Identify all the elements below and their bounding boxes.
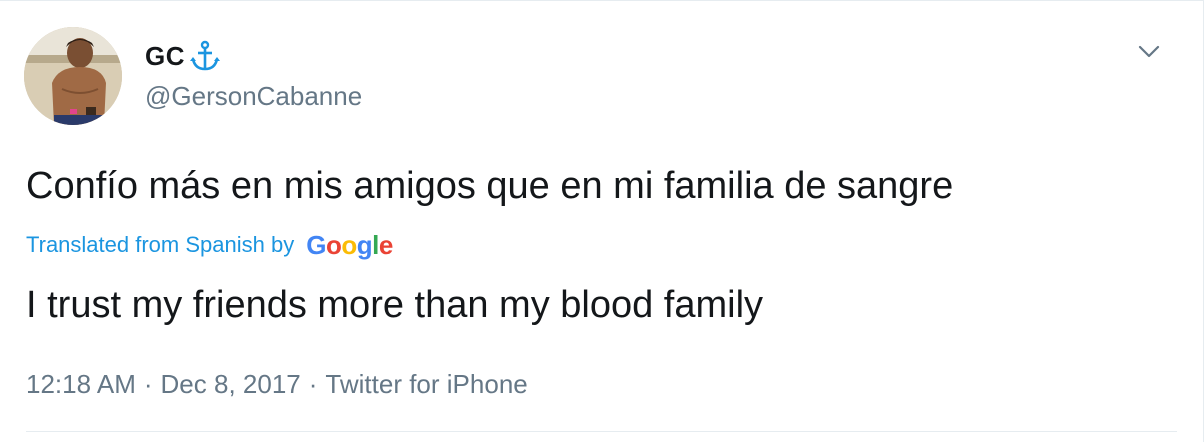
google-letter: o bbox=[341, 229, 357, 260]
chevron-down-icon[interactable] bbox=[1134, 39, 1164, 63]
display-name[interactable]: GC bbox=[145, 41, 185, 72]
google-wordmark: Google bbox=[306, 230, 393, 260]
translated-from-link[interactable]: Translated from Spanish by bbox=[26, 232, 294, 258]
tweet-card: GC @GersonCabanne Confío más en mis amig… bbox=[0, 0, 1204, 442]
google-letter: G bbox=[306, 229, 326, 260]
meta-separator: · bbox=[308, 369, 318, 399]
meta-separator: · bbox=[143, 369, 153, 399]
avatar[interactable] bbox=[24, 27, 122, 125]
google-logo: Google bbox=[306, 230, 393, 261]
display-name-row[interactable]: GC bbox=[145, 39, 221, 73]
tweet-translated-text: I trust my friends more than my blood fa… bbox=[26, 284, 764, 326]
divider bbox=[26, 431, 1177, 432]
tweet-time[interactable]: 12:18 AM bbox=[26, 369, 136, 399]
google-letter: e bbox=[378, 229, 393, 260]
tweet-original-text: Confío más en mis amigos que en mi famil… bbox=[26, 165, 954, 207]
anchor-icon bbox=[189, 40, 221, 72]
profile-photo-icon bbox=[24, 27, 122, 125]
google-letter: l bbox=[372, 229, 379, 260]
tweet-meta: 12:18 AM · Dec 8, 2017 · Twitter for iPhone bbox=[26, 369, 528, 400]
google-letter: o bbox=[325, 229, 342, 260]
google-letter: g bbox=[356, 229, 373, 260]
tweet-date[interactable]: Dec 8, 2017 bbox=[161, 369, 301, 399]
translation-attribution: Translated from Spanish by Google bbox=[26, 229, 393, 261]
user-handle[interactable]: @GersonCabanne bbox=[145, 81, 362, 112]
tweet-source[interactable]: Twitter for iPhone bbox=[325, 369, 527, 399]
